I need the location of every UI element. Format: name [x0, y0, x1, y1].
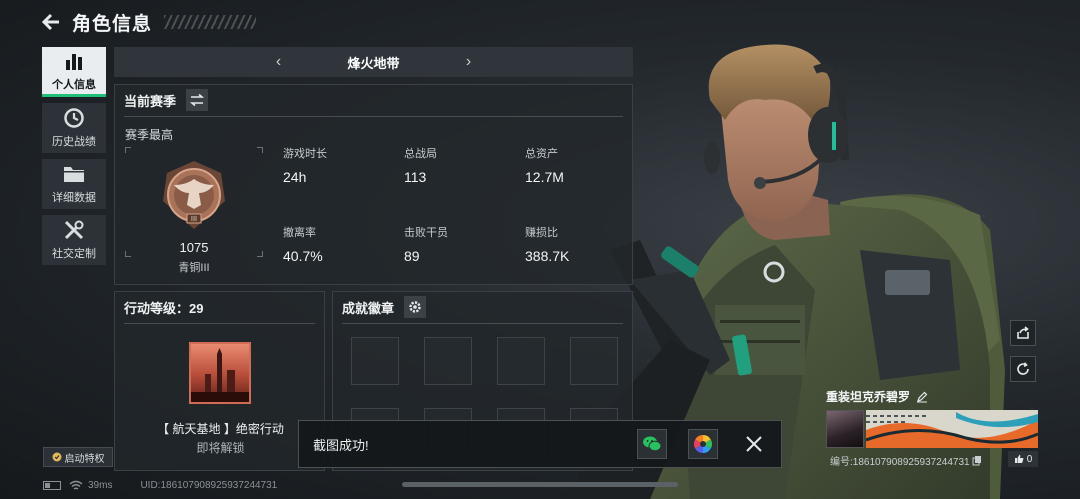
stat-total-assets: 总资产 12.7M: [525, 148, 564, 185]
edit-pencil-icon[interactable]: [916, 391, 928, 403]
sidebar-item-history[interactable]: 历史战绩: [42, 103, 106, 153]
sidebar-item-profile[interactable]: 个人信息: [42, 47, 106, 97]
wifi-icon: [69, 480, 83, 490]
badge-slot[interactable]: [351, 337, 399, 385]
wechat-icon: [643, 436, 662, 452]
thumbs-up-icon: [1014, 454, 1024, 463]
sidebar-item-label: 社交定制: [52, 248, 96, 260]
name-card-banner[interactable]: [866, 410, 1038, 448]
map-next-button[interactable]: ›: [449, 53, 489, 71]
operator-id-row: 编号:186107908925937244731: [830, 453, 982, 468]
close-icon: [746, 436, 762, 452]
sidebar-item-label: 个人信息: [52, 78, 96, 91]
stat-total-matches: 总战局 113: [404, 148, 437, 185]
achievement-badges-header: 成就徽章: [333, 292, 632, 322]
rank-score: 1075: [179, 240, 209, 255]
ping-value: 39ms: [88, 479, 113, 491]
operator-name: 重装坦克乔碧罗: [826, 390, 911, 404]
swap-arrows-icon: [190, 94, 205, 106]
badges-title: 成就徽章: [342, 300, 395, 316]
stat-playtime: 游戏时长 24h: [283, 148, 327, 185]
folder-icon: [62, 163, 86, 185]
svg-text:III: III: [191, 215, 197, 223]
close-toast-button[interactable]: [739, 429, 769, 459]
mission-title: 【 航天基地 】绝密行动: [157, 422, 284, 436]
sidebar-item-details[interactable]: 详细数据: [42, 159, 106, 209]
uid-text: UID:186107908925937244731: [140, 479, 278, 491]
sidebar-item-social[interactable]: 社交定制: [42, 215, 106, 265]
divider: [124, 323, 315, 324]
rotate-button[interactable]: [1010, 356, 1036, 382]
perk-badge-icon: [52, 452, 61, 462]
season-panel-header: 当前赛季: [115, 85, 632, 115]
stat-extraction-rate: 撤离率 40.7%: [283, 227, 323, 264]
stat-operators-defeated: 击败干员 89: [404, 227, 448, 264]
share-icon: [1017, 326, 1029, 339]
map-selector: ‹ 烽火地带 ›: [114, 47, 633, 77]
battery-icon: [43, 480, 61, 490]
sidebar: 个人信息 历史战绩 详细数据 社交定制: [42, 47, 106, 271]
badge-slot[interactable]: [497, 337, 545, 385]
action-level-title: 行动等级：29: [124, 300, 204, 316]
header-decoration: [164, 15, 257, 29]
season-best-label: 赛季最高: [125, 128, 174, 142]
gear-icon: [409, 301, 421, 313]
bar-chart-icon: [62, 50, 86, 72]
launch-perk-button[interactable]: 启动特权: [43, 447, 113, 467]
share-button[interactable]: [1010, 320, 1036, 346]
action-level-panel: 行动等级：29 【 航天基地 】绝密行动 即将解锁: [114, 291, 325, 471]
season-panel: 当前赛季 赛季最高 III 1075 青铜III 游戏时长 24h 总战局 11…: [114, 84, 633, 285]
stat-profit-loss-ratio: 赚损比 388.7K: [525, 227, 570, 264]
screenshot-toast: 截图成功!: [298, 420, 782, 468]
avatar[interactable]: [826, 410, 864, 448]
badge-slot[interactable]: [424, 337, 472, 385]
rocket-base-image-icon: [191, 348, 249, 402]
bronze-rank-emblem-icon: III: [163, 161, 225, 229]
share-wechat-button[interactable]: [637, 429, 667, 459]
rank-name: 青铜III: [178, 262, 210, 274]
like-count: 0: [1026, 453, 1033, 465]
operator-id: 编号:186107908925937244731: [830, 457, 970, 468]
moments-aperture-icon: [693, 435, 713, 453]
tools-icon: [62, 219, 86, 241]
sidebar-item-label: 历史战绩: [52, 136, 96, 148]
refresh-icon: [1017, 362, 1029, 375]
status-bar: 39ms UID:186107908925937244731: [43, 478, 277, 492]
divider: [342, 323, 623, 324]
mission-thumbnail[interactable]: [189, 342, 251, 404]
share-moments-button[interactable]: [688, 429, 718, 459]
copy-icon[interactable]: [972, 455, 982, 466]
map-prev-button[interactable]: ‹: [259, 53, 299, 71]
badge-slot[interactable]: [570, 337, 618, 385]
divider: [124, 116, 623, 117]
sidebar-item-label: 详细数据: [52, 192, 96, 204]
history-clock-icon: [62, 107, 86, 129]
back-arrow-icon[interactable]: [40, 11, 62, 33]
header: 角色信息: [40, 8, 257, 36]
season-title: 当前赛季: [124, 93, 177, 109]
mission-status: 即将解锁: [196, 441, 245, 455]
page-title: 角色信息: [72, 13, 153, 35]
switch-season-button[interactable]: [186, 89, 209, 111]
home-indicator[interactable]: [402, 482, 678, 487]
map-name: 烽火地带: [347, 55, 400, 71]
badge-settings-button[interactable]: [404, 296, 427, 318]
operator-name-row: 重装坦克乔碧罗: [826, 388, 1038, 405]
like-button[interactable]: 0: [1008, 451, 1038, 467]
rank-box: III 1075 青铜III: [125, 147, 263, 274]
toast-message: 截图成功!: [313, 437, 369, 453]
operator-name-card: 重装坦克乔碧罗 编号:186107908925937244731 0: [826, 388, 1038, 468]
